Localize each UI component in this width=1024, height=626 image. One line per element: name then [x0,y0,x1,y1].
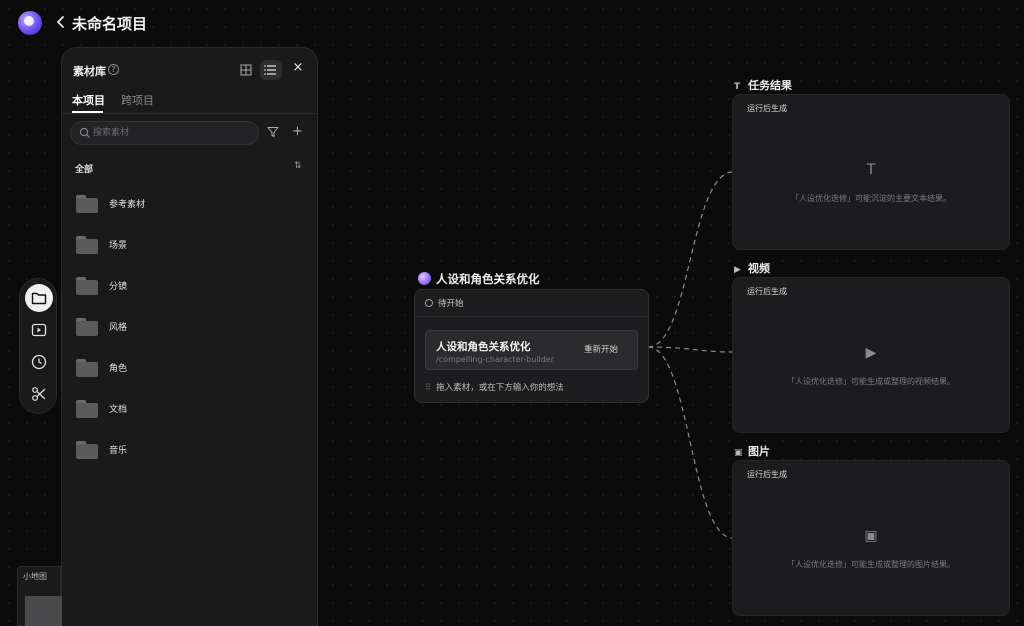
filter-icon[interactable] [267,126,279,138]
minimap-viewport[interactable] [25,596,62,626]
grid-icon [240,64,252,76]
output-description: 「人设优化迭修」可能生成或整理的视频结果。 [787,377,955,386]
image-icon: ▣ [734,448,743,458]
skill-node[interactable]: 待开始 人设和角色关系优化 /compelling-character-buil… [414,289,649,403]
folder-icon [76,400,98,418]
play-icon: ▶ [865,345,877,361]
folder-icon [76,277,98,295]
list-icon [264,65,276,75]
folder-item[interactable]: 场景 [76,234,296,260]
rail-edit-button[interactable] [25,380,53,408]
image-icon: ▣ [864,528,878,544]
skill-card[interactable]: 人设和角色关系优化 /compelling-character-builder … [425,330,638,370]
node-title[interactable]: 人设和角色关系优化 [436,271,540,287]
rail-library-button[interactable] [25,284,53,312]
tab-cross-project[interactable]: 跨项目 [121,92,154,108]
output-card-image[interactable]: 运行后生成 ▣ 「人设优化迭修」可能生成或整理的图片结果。 [732,460,1010,616]
folder-item[interactable]: 角色 [76,357,296,383]
output-tag: 运行后生成 [747,470,787,479]
video-icon: ▶ [734,265,741,275]
folder-label: 音乐 [109,446,128,456]
minimap-label: 小地图 [23,572,47,581]
library-panel: 素材库 ? × 本项目 跨项目 + 全部 ⇅ 参考素材 场景 分镜 风格 角色 … [61,47,318,626]
output-card-video[interactable]: 运行后生成 ▶ 「人设优化迭修」可能生成或整理的视频结果。 [732,277,1010,433]
output-header-image: ▣ 图片 [734,443,770,459]
video-icon [31,323,47,337]
folder-item[interactable]: 分镜 [76,275,296,301]
folder-item[interactable]: 风格 [76,316,296,342]
left-tool-rail [19,278,57,414]
folder-icon [76,195,98,213]
clock-icon [31,354,47,370]
tab-this-project[interactable]: 本项目 [72,92,105,108]
tabs-divider [62,113,317,114]
sort-icon[interactable]: ⇅ [294,161,302,171]
grid-view-button[interactable] [238,62,254,78]
output-description: 「人设优化迭修」可能生成或整理的图片结果。 [787,560,955,569]
restart-button[interactable]: 重新开始 [584,343,618,355]
folder-icon [31,292,47,305]
folder-label: 参考素材 [109,200,146,210]
output-title: 图片 [748,445,770,458]
node-status: 待开始 [425,297,464,309]
output-description: 「人设优化迭修」可能沉淀的主要文本结果。 [791,194,951,203]
folder-item[interactable]: 音乐 [76,439,296,465]
folder-icon [76,318,98,336]
library-title: 素材库 [73,65,106,78]
folder-label: 角色 [109,364,128,374]
text-icon: T [734,82,741,92]
list-view-button[interactable] [260,60,282,80]
help-icon[interactable]: ? [108,64,119,75]
folder-label: 文档 [109,405,128,415]
folder-icon [76,441,98,459]
folder-icon [76,236,98,254]
rail-video-button[interactable] [25,316,53,344]
minimap[interactable]: 小地图 [17,566,62,626]
folder-item[interactable]: 参考素材 [76,193,296,219]
output-tag: 运行后生成 [747,287,787,296]
search-input[interactable] [93,125,253,141]
folder-label: 场景 [109,241,128,251]
scissors-icon [32,387,46,401]
output-header-text: T 任务结果 [734,77,792,93]
skill-slug: /compelling-character-builder [436,355,555,364]
add-icon[interactable]: + [292,124,303,139]
output-tag: 运行后生成 [747,104,787,113]
folder-item[interactable]: 文档 [76,398,296,424]
output-title: 任务结果 [748,79,792,92]
skill-name: 人设和角色关系优化 [436,341,531,353]
folder-label: 风格 [109,323,128,333]
rail-history-button[interactable] [25,348,53,376]
section-all-label: 全部 [75,165,94,175]
folder-icon [76,359,98,377]
close-icon[interactable]: × [290,60,306,78]
output-title: 视频 [748,262,770,275]
output-header-video: ▶ 视频 [734,260,770,276]
node-divider [415,316,648,317]
folder-label: 分镜 [109,282,128,292]
search-box [70,121,259,145]
output-card-text[interactable]: 运行后生成 T 「人设优化迭修」可能沉淀的主要文本结果。 [732,94,1010,250]
search-icon [79,127,90,138]
skill-avatar-icon [418,272,431,285]
text-icon: T [866,162,876,178]
drop-hint[interactable]: 拖入素材，或在下方输入你的想法 [425,381,564,393]
